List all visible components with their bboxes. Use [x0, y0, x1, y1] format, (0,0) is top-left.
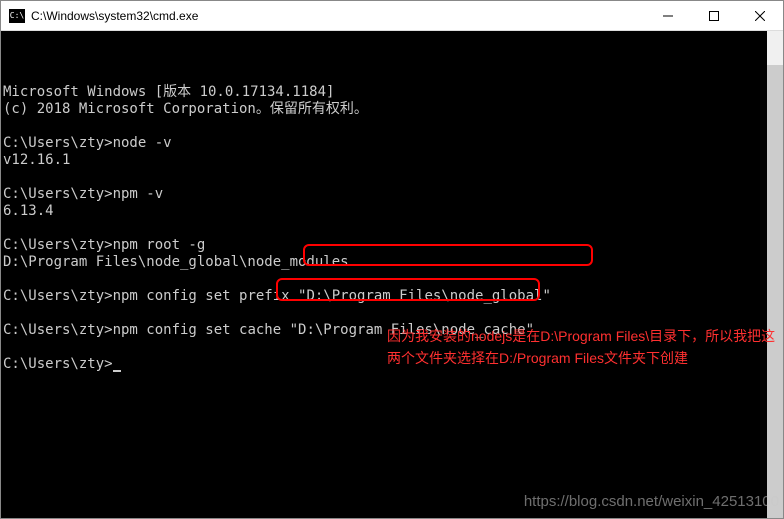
maximize-icon: [709, 11, 719, 21]
terminal-area[interactable]: Microsoft Windows [版本 10.0.17134.1184] (…: [1, 31, 783, 518]
window-title: C:\Windows\system32\cmd.exe: [31, 9, 645, 23]
command-npm-root: npm root -g: [113, 237, 206, 253]
output-npm-version: 6.13.4: [3, 203, 54, 219]
prompt: C:\Users\zty>: [3, 237, 113, 253]
maximize-button[interactable]: [691, 1, 737, 30]
scrollbar-thumb[interactable]: [767, 65, 783, 518]
prompt: C:\Users\zty>: [3, 288, 113, 304]
close-button[interactable]: [737, 1, 783, 30]
window-buttons: [645, 1, 783, 30]
window-titlebar[interactable]: C:\ C:\Windows\system32\cmd.exe: [1, 1, 783, 31]
watermark: https://blog.csdn.net/weixin_42513100: [524, 493, 779, 510]
scrollbar[interactable]: [767, 31, 783, 518]
prompt: C:\Users\zty>: [3, 186, 113, 202]
minimize-button[interactable]: [645, 1, 691, 30]
minimize-icon: [663, 11, 673, 21]
command-npm-prefix: npm config set prefix "D:\Program Files\…: [113, 288, 551, 304]
close-icon: [755, 11, 765, 21]
os-version-line: Microsoft Windows [版本 10.0.17134.1184]: [3, 84, 334, 100]
output-node-version: v12.16.1: [3, 152, 70, 168]
cursor: [113, 370, 121, 372]
copyright-line: (c) 2018 Microsoft Corporation。保留所有权利。: [3, 101, 368, 117]
output-npm-root: D:\Program Files\node_global\node_module…: [3, 254, 349, 270]
prompt: C:\Users\zty>: [3, 356, 113, 372]
cmd-icon: C:\: [9, 9, 25, 23]
command-node-version: node -v: [113, 135, 172, 151]
command-npm-version: npm -v: [113, 186, 164, 202]
annotation-text: 因为我安装的nodejs是在D:\Program Files\目录下，所以我把这…: [387, 325, 777, 369]
cmd-window: C:\ C:\Windows\system32\cmd.exe Microsof…: [0, 0, 784, 519]
prompt: C:\Users\zty>: [3, 322, 113, 338]
prompt: C:\Users\zty>: [3, 135, 113, 151]
